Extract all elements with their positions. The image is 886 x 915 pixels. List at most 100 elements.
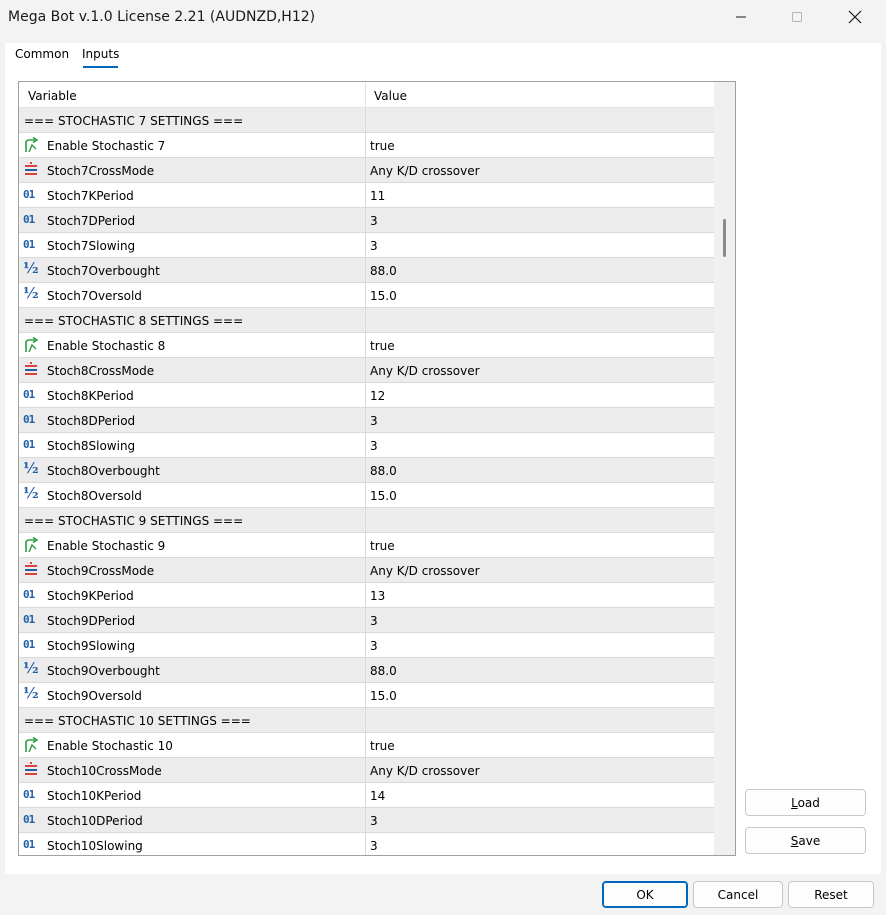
row-value[interactable]: Any K/D crossover [370, 564, 480, 578]
row-value[interactable]: 3 [370, 239, 378, 253]
fraction-icon: ½ [23, 284, 39, 302]
row-value[interactable]: true [370, 339, 395, 353]
row-variable: Stoch9CrossMode [47, 564, 155, 578]
row-variable: Stoch9Oversold [47, 689, 142, 703]
row-value[interactable]: 14 [370, 789, 385, 803]
section-row[interactable]: === STOCHASTIC 10 SETTINGS === [19, 708, 714, 733]
scrollbar-thumb[interactable] [723, 219, 726, 257]
maximize-button[interactable] [774, 0, 820, 34]
table-row[interactable]: 01 Stoch8DPeriod 3 [19, 408, 714, 433]
row-value[interactable]: 88.0 [370, 264, 397, 278]
minimize-button[interactable] [718, 0, 764, 34]
section-row[interactable]: === STOCHASTIC 9 SETTINGS === [19, 508, 714, 533]
cell-divider [365, 758, 366, 782]
inputs-grid: Variable Value === STOCHASTIC 7 SETTINGS… [18, 81, 736, 856]
table-row[interactable]: ½ Stoch8Oversold 15.0 [19, 483, 714, 508]
row-value[interactable]: 3 [370, 839, 378, 853]
table-row[interactable]: 01 Stoch7DPeriod 3 [19, 208, 714, 233]
cell-divider [365, 608, 366, 632]
cell-divider [365, 308, 366, 332]
table-row[interactable]: Stoch9CrossMode Any K/D crossover [19, 558, 714, 583]
table-row[interactable]: 01 Stoch8Slowing 3 [19, 433, 714, 458]
vertical-scrollbar[interactable] [714, 82, 735, 855]
row-value[interactable]: Any K/D crossover [370, 164, 480, 178]
row-value[interactable]: true [370, 539, 395, 553]
row-value[interactable]: 3 [370, 214, 378, 228]
table-row[interactable]: 01 Stoch7Slowing 3 [19, 233, 714, 258]
load-button[interactable]: Load [745, 789, 866, 816]
table-row[interactable]: ½ Stoch9Overbought 88.0 [19, 658, 714, 683]
row-variable: Enable Stochastic 8 [47, 339, 166, 353]
table-row[interactable]: Stoch8CrossMode Any K/D crossover [19, 358, 714, 383]
table-row[interactable]: ½ Stoch7Overbought 88.0 [19, 258, 714, 283]
table-row[interactable]: 01 Stoch7KPeriod 11 [19, 183, 714, 208]
table-row[interactable]: 01 Stoch10KPeriod 14 [19, 783, 714, 808]
reset-button-label: Reset [814, 887, 848, 902]
table-row[interactable]: 01 Stoch10Slowing 3 [19, 833, 714, 855]
cell-divider [365, 833, 366, 855]
row-variable: Stoch9Overbought [47, 664, 160, 678]
enum-list-icon [23, 562, 41, 578]
table-row[interactable]: ½ Stoch8Overbought 88.0 [19, 458, 714, 483]
cell-divider [365, 458, 366, 482]
row-value[interactable]: 15.0 [370, 489, 397, 503]
reset-button[interactable]: Reset [788, 881, 874, 908]
table-row[interactable]: Enable Stochastic 7 true [19, 133, 714, 158]
integer-icon: 01 [23, 213, 35, 226]
row-value[interactable]: 15.0 [370, 289, 397, 303]
column-header-variable[interactable]: Variable [28, 89, 77, 103]
row-variable: === STOCHASTIC 7 SETTINGS === [24, 114, 244, 128]
enum-list-icon [23, 362, 41, 378]
cell-divider [365, 283, 366, 307]
table-row[interactable]: ½ Stoch7Oversold 15.0 [19, 283, 714, 308]
enum-list-icon [23, 762, 41, 778]
table-row[interactable]: 01 Stoch9KPeriod 13 [19, 583, 714, 608]
row-value[interactable]: Any K/D crossover [370, 364, 480, 378]
table-row[interactable]: 01 Stoch10DPeriod 3 [19, 808, 714, 833]
section-row[interactable]: === STOCHASTIC 8 SETTINGS === [19, 308, 714, 333]
ok-button[interactable]: OK [602, 881, 688, 908]
row-value[interactable]: 11 [370, 189, 385, 203]
row-variable: Enable Stochastic 9 [47, 539, 166, 553]
cell-divider [365, 733, 366, 757]
table-row[interactable]: 01 Stoch8KPeriod 12 [19, 383, 714, 408]
table-row[interactable]: Enable Stochastic 8 true [19, 333, 714, 358]
row-value[interactable]: true [370, 139, 395, 153]
table-row[interactable]: ½ Stoch9Oversold 15.0 [19, 683, 714, 708]
row-value[interactable]: 3 [370, 814, 378, 828]
row-value[interactable]: 15.0 [370, 689, 397, 703]
cell-divider [365, 133, 366, 157]
row-value[interactable]: 88.0 [370, 464, 397, 478]
row-value[interactable]: 88.0 [370, 664, 397, 678]
table-row[interactable]: Stoch10CrossMode Any K/D crossover [19, 758, 714, 783]
row-value[interactable]: 3 [370, 614, 378, 628]
row-value[interactable]: 3 [370, 414, 378, 428]
row-variable: Stoch10DPeriod [47, 814, 143, 828]
row-variable: Stoch8Oversold [47, 489, 142, 503]
table-row[interactable]: 01 Stoch9DPeriod 3 [19, 608, 714, 633]
save-button[interactable]: Save [745, 827, 866, 854]
table-row[interactable]: 01 Stoch9Slowing 3 [19, 633, 714, 658]
table-row[interactable]: Enable Stochastic 10 true [19, 733, 714, 758]
load-button-label: Load [791, 795, 820, 810]
tab-inputs[interactable]: Inputs [82, 47, 119, 61]
row-value[interactable]: 3 [370, 439, 378, 453]
close-button[interactable] [832, 0, 878, 34]
table-row[interactable]: Enable Stochastic 9 true [19, 533, 714, 558]
row-value[interactable]: 13 [370, 589, 385, 603]
column-header-value[interactable]: Value [374, 89, 407, 103]
row-value[interactable]: Any K/D crossover [370, 764, 480, 778]
grid-viewport: Variable Value === STOCHASTIC 7 SETTINGS… [19, 82, 714, 855]
row-variable: Stoch8CrossMode [47, 364, 155, 378]
table-row[interactable]: Stoch7CrossMode Any K/D crossover [19, 158, 714, 183]
row-value[interactable]: 3 [370, 639, 378, 653]
minimize-icon [736, 16, 746, 18]
cancel-button[interactable]: Cancel [693, 881, 783, 908]
integer-icon: 01 [23, 813, 35, 826]
row-value[interactable]: true [370, 739, 395, 753]
row-value[interactable]: 12 [370, 389, 385, 403]
row-variable: Stoch8DPeriod [47, 414, 136, 428]
column-divider[interactable] [365, 82, 366, 108]
tab-common[interactable]: Common [15, 47, 69, 61]
section-row[interactable]: === STOCHASTIC 7 SETTINGS === [19, 108, 714, 133]
